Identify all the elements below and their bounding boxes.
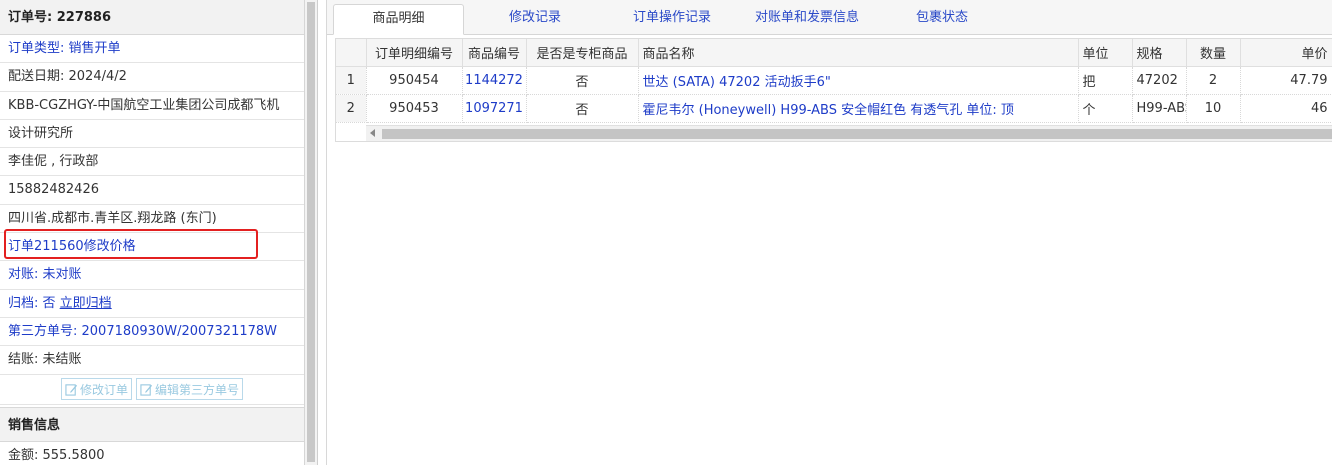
archive-now-link[interactable]: 立即归档 bbox=[60, 296, 112, 311]
price-cell: 47.79 bbox=[1240, 66, 1332, 95]
edit-order-button[interactable]: 修改订单 bbox=[60, 378, 132, 401]
delivery-address: 四川省.成都市.青羊区.翔龙路 (东门) bbox=[0, 205, 304, 234]
table-row[interactable]: 1 950454 1144272 否 世达 (SATA) 47202 活动扳手6… bbox=[336, 66, 1332, 95]
unit-cell: 把 bbox=[1078, 66, 1133, 95]
qty-cell: 2 bbox=[1186, 66, 1241, 95]
order-action-buttons: 修改订单 编辑第三方单号 bbox=[0, 375, 304, 405]
column-header[interactable]: 商品编号 bbox=[462, 39, 527, 67]
product-table: 订单明细编号 商品编号 是否是专柜商品 商品名称 单位 规格 数量 单价 1 9… bbox=[336, 39, 1332, 123]
scrollbar-thumb[interactable] bbox=[307, 2, 315, 462]
column-header[interactable]: 规格 bbox=[1132, 39, 1187, 67]
left-panel-scrollbar[interactable] bbox=[305, 0, 318, 465]
edit-icon bbox=[140, 383, 153, 396]
product-no-link[interactable]: 1097271 bbox=[462, 94, 527, 123]
row-number: 1 bbox=[336, 66, 367, 95]
column-header[interactable]: 是否是专柜商品 bbox=[526, 39, 639, 67]
price-change-note[interactable]: 订单211560修改价格 bbox=[0, 233, 304, 262]
product-name-link[interactable]: 世达 (SATA) 47202 活动扳手6" bbox=[638, 66, 1079, 95]
product-name-link[interactable]: 霍尼韦尔 (Honeywell) H99-ABS 安全帽红色 有透气孔 单位: … bbox=[638, 94, 1079, 123]
tab-product-details[interactable]: 商品明细 bbox=[333, 4, 464, 35]
archive-label: 归档: 否 bbox=[8, 295, 60, 311]
column-header[interactable]: 数量 bbox=[1186, 39, 1241, 67]
row-number: 2 bbox=[336, 94, 367, 123]
contact-phone: 15882482426 bbox=[0, 176, 304, 205]
column-header[interactable]: 单价 bbox=[1240, 39, 1332, 67]
sales-amount: 金额: 555.5800 bbox=[0, 442, 304, 465]
table-header-row: 订单明细编号 商品编号 是否是专柜商品 商品名称 单位 规格 数量 单价 bbox=[336, 39, 1332, 67]
order-detail-window: 订单号: 227886 订单类型: 销售开单 配送日期: 2024/4/2 KB… bbox=[0, 0, 1332, 465]
delivery-date: 配送日期: 2024/4/2 bbox=[0, 63, 304, 92]
column-header[interactable]: 订单明细编号 bbox=[366, 39, 463, 67]
settlement-status: 结账: 未结账 bbox=[0, 346, 304, 375]
spec-cell: 47202 bbox=[1132, 66, 1187, 95]
spec-cell: H99-ABS bbox=[1132, 94, 1187, 123]
column-header[interactable]: 单位 bbox=[1078, 39, 1133, 67]
horizontal-scrollbar-thumb[interactable] bbox=[382, 129, 1332, 139]
counter-cell: 否 bbox=[526, 94, 639, 123]
edit-order-label: 修改订单 bbox=[79, 382, 128, 397]
product-no-link[interactable]: 1144272 bbox=[462, 66, 527, 95]
counter-cell: 否 bbox=[526, 66, 639, 95]
tab-statement-invoice[interactable]: 对账单和发票信息 bbox=[737, 4, 877, 35]
tab-change-log[interactable]: 修改记录 bbox=[477, 4, 593, 35]
edit-icon bbox=[65, 383, 78, 396]
archive-status: 归档: 否 立即归档 bbox=[0, 290, 304, 318]
qty-cell: 10 bbox=[1186, 94, 1241, 123]
price-cell: 46 bbox=[1240, 94, 1332, 123]
customer-company: KBB-CGZHGY-中国航空工业集团公司成都飞机 bbox=[0, 92, 304, 120]
tab-package-status[interactable]: 包裹状态 bbox=[887, 4, 997, 35]
order-type: 订单类型: 销售开单 bbox=[0, 35, 304, 64]
contact-person: 李佳伲 , 行政部 bbox=[0, 148, 304, 177]
product-details-grid: 订单明细编号 商品编号 是否是专柜商品 商品名称 单位 规格 数量 单价 1 9… bbox=[335, 38, 1332, 142]
order-tabs-panel: 商品明细 修改记录 订单操作记录 对账单和发票信息 包裹状态 订单明细编号 商品… bbox=[326, 0, 1332, 465]
horizontal-scrollbar[interactable] bbox=[366, 125, 1332, 141]
rownum-header bbox=[336, 39, 367, 67]
edit-third-party-button[interactable]: 编辑第三方单号 bbox=[136, 378, 244, 401]
customer-company-cont: 设计研究所 bbox=[0, 120, 304, 149]
scroll-left-arrow-icon[interactable] bbox=[370, 129, 375, 137]
unit-cell: 个 bbox=[1078, 94, 1133, 123]
reconcile-status: 对账: 未对账 bbox=[0, 261, 304, 290]
table-row[interactable]: 2 950453 1097271 否 霍尼韦尔 (Honeywell) H99-… bbox=[336, 94, 1332, 123]
column-header[interactable]: 商品名称 bbox=[638, 39, 1079, 67]
order-number-header: 订单号: 227886 bbox=[0, 0, 304, 35]
order-info-panel: 订单号: 227886 订单类型: 销售开单 配送日期: 2024/4/2 KB… bbox=[0, 0, 305, 465]
sales-info-header: 销售信息 bbox=[0, 406, 304, 442]
edit-third-party-label: 编辑第三方单号 bbox=[155, 382, 240, 397]
tab-bar: 商品明细 修改记录 订单操作记录 对账单和发票信息 包裹状态 bbox=[327, 0, 1332, 35]
tab-operation-log[interactable]: 订单操作记录 bbox=[607, 4, 737, 35]
detail-no-cell: 950453 bbox=[366, 94, 463, 123]
third-party-order-no: 第三方单号: 2007180930W/2007321178W bbox=[0, 318, 304, 347]
detail-no-cell: 950454 bbox=[366, 66, 463, 95]
